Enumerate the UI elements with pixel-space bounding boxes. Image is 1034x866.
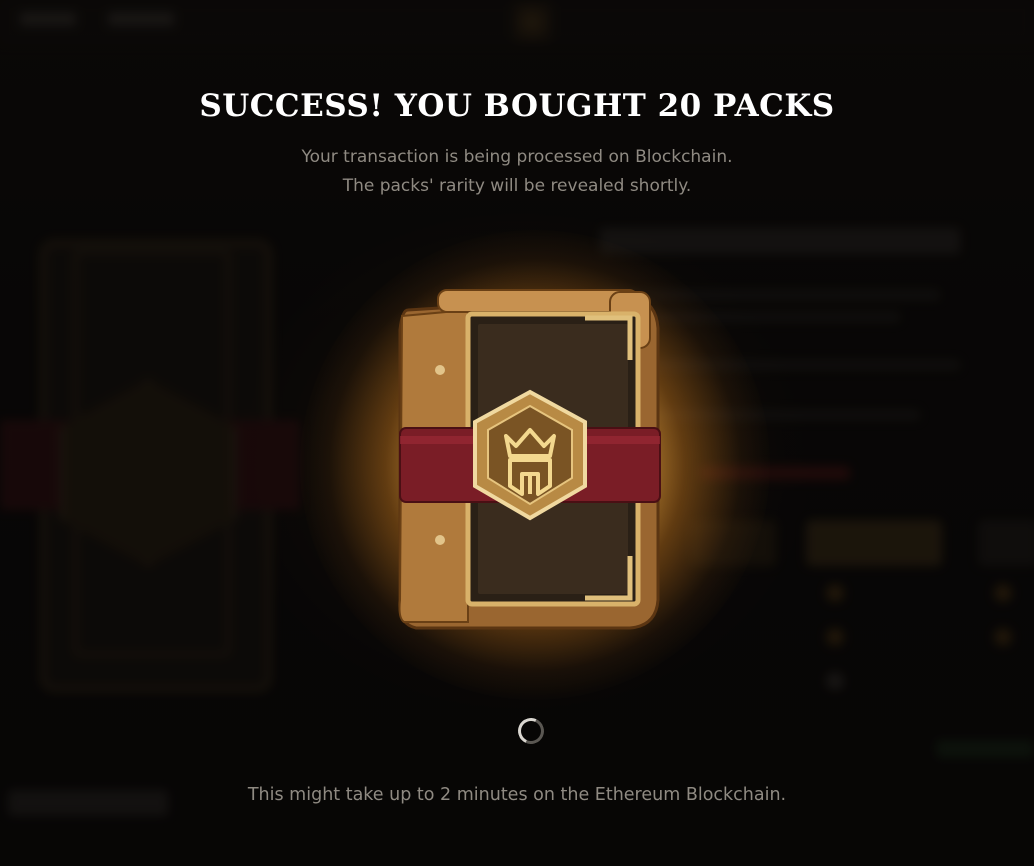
transaction-status-text: Your transaction is being processed on B… bbox=[301, 147, 733, 167]
processing-time-note: This might take up to 2 minutes on the E… bbox=[247, 785, 787, 805]
card-pack-icon bbox=[398, 289, 661, 630]
success-title: SUCCESS! YOU BOUGHT 20 PACKS bbox=[199, 88, 835, 124]
purchase-success-screen: SUCCESS! YOU BOUGHT 20 PACKS Your transa… bbox=[0, 0, 1034, 866]
rarity-reveal-text: The packs' rarity will be revealed short… bbox=[342, 176, 692, 196]
